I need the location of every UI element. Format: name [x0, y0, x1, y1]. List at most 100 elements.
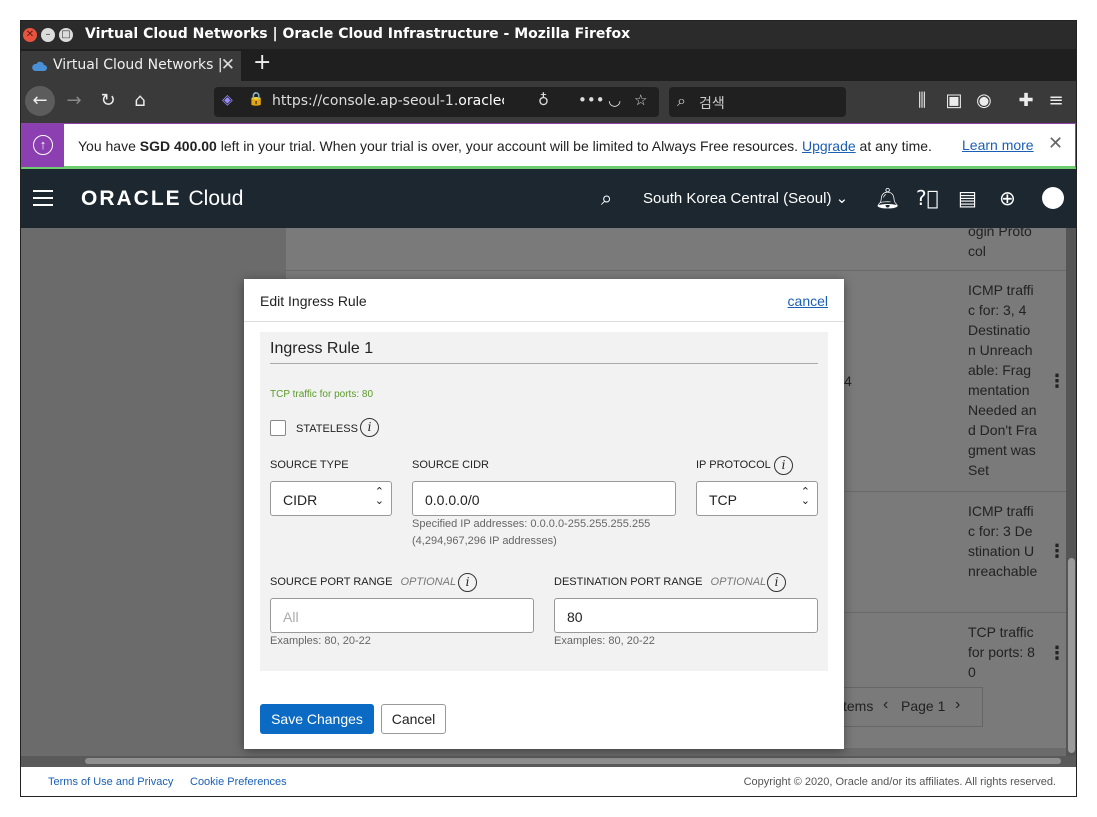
browser-window: ✕ – □ Virtual Cloud Networks | Oracle Cl… [20, 20, 1077, 797]
back-icon[interactable]: ← [25, 86, 55, 116]
menu-icon[interactable]: ≡ [1043, 89, 1069, 113]
table-cell-description: ogin Proto col [968, 228, 1032, 259]
tab-virtual-cloud-networks[interactable]: Virtual Cloud Networks | ✕ [21, 51, 241, 81]
dialog-header: Edit Ingress Rule cancel [244, 279, 844, 322]
pagination: tems ‹ Page 1 › [838, 687, 983, 727]
page-footer: Terms of Use and Privacy Cookie Preferen… [21, 767, 1076, 796]
upgrade-link[interactable]: Upgrade [802, 138, 856, 154]
dialog-title: Edit Ingress Rule [260, 293, 367, 309]
table-cell-description: TCP traffic for ports: 80 [968, 624, 1035, 680]
window-minimize-icon[interactable]: – [41, 28, 55, 42]
tracking-shield-icon[interactable]: ◈ [222, 92, 233, 108]
row-actions-kebab-icon[interactable]: ⋮ [1048, 541, 1066, 562]
help-icon[interactable]: ?⃝ [916, 186, 939, 210]
cancel-button[interactable]: Cancel [381, 704, 446, 734]
source-cidr-help: Specified IP addresses: 0.0.0.0-255.255.… [412, 518, 651, 547]
table-cell-fragment: 4 [844, 373, 852, 389]
sidebar-icon[interactable]: ▣ [941, 89, 967, 113]
forward-icon[interactable]: → [61, 89, 87, 113]
source-port-info-icon[interactable]: i [458, 573, 477, 592]
tab-bar: Virtual Cloud Networks | ✕ + [21, 49, 1076, 81]
user-avatar-icon[interactable] [1042, 187, 1064, 209]
source-cidr-label: SOURCE CIDR [412, 459, 490, 471]
library-icon[interactable]: ⫼ [909, 89, 935, 113]
upgrade-arrow-icon: ↑ [22, 124, 64, 167]
search-input[interactable]: ⌕ 검색 [669, 87, 846, 117]
save-changes-button[interactable]: Save Changes [260, 704, 374, 734]
pager-prev-icon[interactable]: ‹ [883, 696, 888, 714]
ingress-rule-title: Ingress Rule 1 [270, 340, 818, 364]
select-chevron-icon: ⌃ ⌄ [374, 486, 384, 507]
trial-banner: ↑ You have SGD 400.00 left in your trial… [21, 123, 1076, 169]
source-type-select[interactable]: CIDR ⌃ ⌄ [270, 481, 392, 516]
tab-close-icon[interactable]: ✕ [221, 55, 235, 75]
pocket-icon[interactable]: ◡ [608, 91, 621, 109]
destination-port-range-input[interactable]: 80 [554, 598, 818, 633]
hamburger-menu-icon[interactable] [33, 190, 53, 211]
chat-icon[interactable]: ▤ [958, 186, 977, 210]
title-bar: ✕ – □ Virtual Cloud Networks | Oracle Cl… [21, 21, 1076, 49]
chevron-down-icon: ⌄ [835, 190, 849, 207]
pager-items-label: tems [843, 698, 874, 714]
row-actions-kebab-icon[interactable]: ⋮ [1048, 371, 1066, 392]
cookie-preferences-link[interactable]: Cookie Preferences [190, 776, 287, 788]
window-close-icon[interactable]: ✕ [23, 28, 37, 42]
console-header: ORACLE Cloud ⌕ South Korea Central (Seou… [21, 169, 1076, 228]
source-port-range-input[interactable]: All [270, 598, 534, 633]
table-cell-description: ICMP traffic for: 3 Destination Unreacha… [968, 503, 1038, 579]
stateless-checkbox[interactable] [270, 420, 286, 436]
terms-link[interactable]: Terms of Use and Privacy [48, 776, 173, 788]
rule-summary: TCP traffic for ports: 80 [270, 389, 374, 400]
learn-more-link[interactable]: Learn more [962, 137, 1034, 153]
tab-label: Virtual Cloud Networks | [53, 57, 223, 73]
destination-port-info-icon[interactable]: i [767, 573, 786, 592]
vertical-scroll-thumb[interactable] [1068, 558, 1075, 753]
new-tab-icon[interactable]: + [253, 50, 271, 75]
close-banner-icon[interactable]: ✕ [1048, 133, 1063, 154]
source-cidr-input[interactable]: 0.0.0.0/0 [412, 481, 676, 516]
horizontal-scrollbar[interactable] [21, 756, 1076, 767]
trial-message: You have SGD 400.00 left in your trial. … [78, 138, 932, 154]
table-cell-description: ICMP traffic for: 3, 4 Destination Unrea… [968, 282, 1037, 478]
search-icon: ⌕ [677, 91, 686, 110]
navigation-bar: ← → ↻ ⌂ ◈ 🔒 https://console.ap-seoul-1.o… [21, 81, 1076, 123]
destination-port-range-label: DESTINATION PORT RANGE OPTIONAL [554, 576, 767, 588]
lock-icon[interactable]: 🔒 [248, 92, 264, 107]
dialog-cancel-link[interactable]: cancel [788, 293, 828, 309]
row-actions-kebab-icon[interactable]: ⋮ [1048, 643, 1066, 664]
home-icon[interactable]: ⌂ [127, 89, 153, 113]
window-maximize-icon[interactable]: □ [59, 28, 73, 42]
window-title: Virtual Cloud Networks | Oracle Cloud In… [85, 26, 631, 42]
account-icon[interactable]: ◉ [971, 89, 997, 113]
bookmark-star-icon[interactable]: ☆ [634, 91, 647, 109]
source-port-range-label: SOURCE PORT RANGE OPTIONAL [270, 576, 457, 588]
source-type-label: SOURCE TYPE [270, 459, 349, 471]
pager-next-icon[interactable]: › [955, 696, 960, 714]
stateless-info-icon[interactable]: i [360, 418, 379, 437]
edit-ingress-rule-dialog: Edit Ingress Rule cancel Ingress Rule 1 … [244, 279, 844, 749]
pager-page-label: Page 1 [901, 698, 946, 714]
more-actions-icon[interactable]: ••• [578, 91, 605, 109]
table-row: ogin Proto col [286, 228, 1066, 271]
stateless-label: STATELESS [296, 423, 358, 435]
globe-icon[interactable]: ⊕ [999, 186, 1016, 210]
url-text[interactable]: https://console.ap-seoul-1.oraclecl [272, 93, 504, 109]
vertical-scrollbar[interactable] [1066, 228, 1076, 756]
ip-protocol-label: IP PROTOCOL [696, 459, 771, 471]
url-bar[interactable]: ◈ 🔒 https://console.ap-seoul-1.oraclecl … [214, 87, 659, 117]
region-selector[interactable]: South Korea Central (Seoul) ⌄ [643, 189, 848, 207]
horizontal-scroll-thumb[interactable] [85, 758, 1061, 764]
destination-port-help: Examples: 80, 20-22 [554, 635, 655, 647]
reload-icon[interactable]: ↻ [95, 89, 121, 113]
ip-protocol-select[interactable]: TCP ⌃ ⌄ [696, 481, 818, 516]
source-port-help: Examples: 80, 20-22 [270, 635, 371, 647]
lightbulb-icon[interactable]: ♁ [538, 91, 549, 109]
cloud-icon [32, 61, 47, 71]
ip-protocol-info-icon[interactable]: i [774, 456, 793, 475]
oracle-cloud-logo[interactable]: ORACLE Cloud [81, 187, 243, 211]
extensions-icon[interactable]: ✚ [1013, 89, 1039, 113]
copyright-text: Copyright © 2020, Oracle and/or its affi… [743, 776, 1056, 788]
notifications-bell-icon[interactable]: 🔔︎ [875, 186, 900, 210]
search-icon[interactable]: ⌕ [601, 186, 612, 210]
ingress-rule-panel: Ingress Rule 1 TCP traffic for ports: 80… [260, 332, 828, 671]
